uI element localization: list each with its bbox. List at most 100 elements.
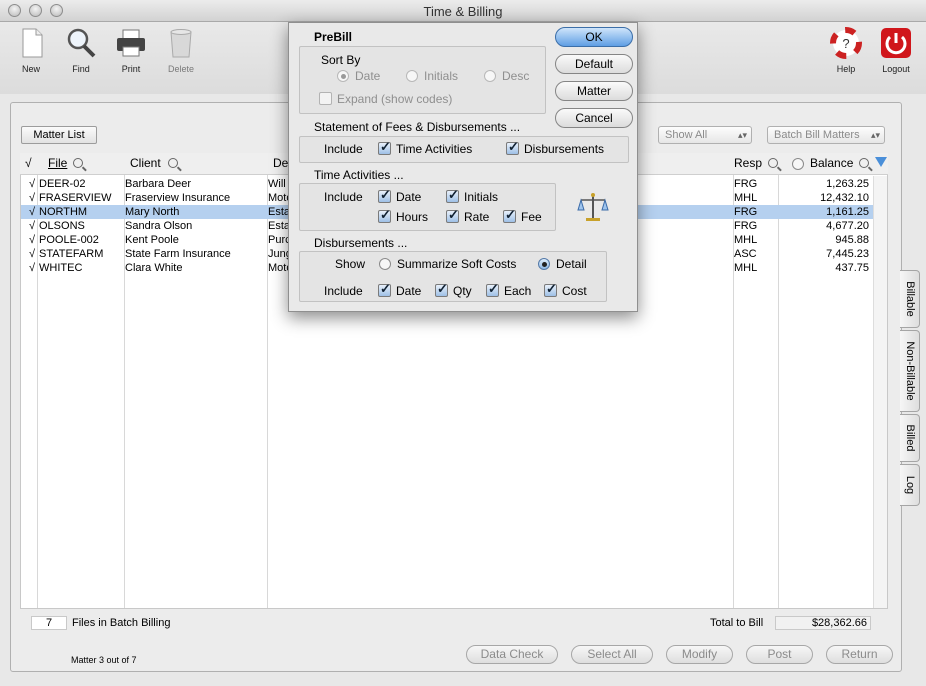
logout-label: Logout: [882, 64, 910, 74]
batch-bill-popup[interactable]: Batch Bill Matters ▴▾: [767, 126, 885, 144]
matter-button[interactable]: Matter: [555, 81, 633, 101]
delete-label: Delete: [167, 64, 194, 74]
cell-file: WHITEC: [39, 262, 83, 274]
time-activities-section-label: Time Activities ...: [314, 168, 404, 182]
vertical-scrollbar[interactable]: [873, 176, 887, 608]
ta-hours-checkbox[interactable]: Hours: [378, 207, 429, 224]
radio-icon: [337, 70, 349, 82]
checkbox-icon: [378, 207, 391, 223]
cell-client: Barbara Deer: [125, 178, 192, 190]
balance-radio[interactable]: [792, 158, 804, 170]
new-button[interactable]: New: [9, 26, 53, 74]
batch-bill-value: Batch Bill Matters: [774, 129, 860, 141]
checkbox-icon: [378, 139, 391, 155]
checkbox-icon: [503, 207, 516, 223]
ta-hours-label: Hours: [396, 210, 429, 224]
matter-list-tab[interactable]: Matter List: [21, 126, 97, 144]
summarize-label: Summarize Soft Costs: [397, 257, 517, 271]
sort-initials-radio[interactable]: Initials: [406, 69, 458, 83]
select-all-button[interactable]: Select All: [571, 645, 653, 664]
summarize-soft-costs-radio[interactable]: Summarize Soft Costs: [379, 257, 516, 271]
detail-radio[interactable]: Detail: [538, 257, 587, 271]
tab-billed[interactable]: Billed: [900, 414, 920, 462]
cell-file: DEER-02: [39, 178, 86, 190]
default-button[interactable]: Default: [555, 54, 633, 74]
disb-include-label: Include: [324, 284, 363, 298]
new-document-icon: [22, 28, 43, 58]
title-bar: Time & Billing: [0, 0, 926, 22]
delete-button[interactable]: Delete: [159, 26, 203, 74]
disb-qty-label: Qty: [453, 284, 472, 298]
cell-file: NORTHM: [39, 206, 88, 218]
ta-initials-checkbox[interactable]: Initials: [446, 187, 498, 204]
detail-label: Detail: [556, 257, 587, 271]
client-column-header[interactable]: Client: [130, 156, 161, 170]
ta-rate-checkbox[interactable]: Rate: [446, 207, 489, 224]
cancel-button[interactable]: Cancel: [555, 108, 633, 128]
post-button[interactable]: Post: [746, 645, 813, 664]
tab-billable[interactable]: Billable: [900, 270, 920, 328]
return-button[interactable]: Return: [826, 645, 893, 664]
disb-cost-checkbox[interactable]: Cost: [544, 281, 587, 298]
disb-cost-label: Cost: [562, 284, 587, 298]
radio-icon: [484, 70, 496, 82]
cell-check: √: [29, 248, 36, 260]
disb-qty-checkbox[interactable]: Qty: [435, 281, 472, 298]
find-label: Find: [72, 64, 90, 74]
modify-button[interactable]: Modify: [666, 645, 733, 664]
disbursements-label: Disbursements: [524, 142, 605, 156]
sort-date-label: Date: [355, 69, 381, 83]
ta-date-checkbox[interactable]: Date: [378, 187, 421, 204]
help-button[interactable]: ? Help: [824, 26, 868, 74]
cell-check: √: [29, 206, 36, 218]
search-client-icon[interactable]: [168, 158, 178, 168]
file-column-header[interactable]: File: [48, 156, 67, 170]
cell-client: State Farm Insurance: [125, 248, 231, 260]
tab-billable-label: Billable: [903, 281, 916, 317]
disbursements-section-label: Disbursements ...: [314, 236, 408, 250]
disbursements-checkbox[interactable]: Disbursements: [506, 139, 605, 156]
cell-client: Kent Poole: [125, 234, 179, 246]
sort-desc-radio[interactable]: Desc: [484, 69, 529, 83]
help-lifebuoy-icon: ?: [830, 27, 862, 59]
disb-date-checkbox[interactable]: Date: [378, 281, 421, 298]
cell-client: Mary North: [125, 206, 180, 218]
check-column-header[interactable]: √: [25, 156, 32, 170]
radio-icon: [538, 258, 550, 270]
checkbox-icon: [486, 281, 499, 297]
search-balance-icon[interactable]: [859, 158, 869, 168]
disb-each-label: Each: [504, 284, 532, 298]
ta-fee-checkbox[interactable]: Fee: [503, 207, 542, 224]
cell-file: OLSONS: [39, 220, 85, 232]
time-activities-checkbox[interactable]: Time Activities: [378, 139, 472, 156]
cell-balance: 7,445.23: [826, 248, 869, 260]
logout-button[interactable]: Logout: [874, 26, 918, 74]
search-resp-icon[interactable]: [768, 158, 778, 168]
dialog-title: PreBill: [314, 30, 353, 44]
file-header-label: File: [48, 156, 68, 170]
print-button[interactable]: Print: [109, 26, 153, 74]
power-icon: [881, 28, 911, 58]
tab-log[interactable]: Log: [900, 464, 920, 506]
magnifier-icon: [67, 28, 96, 58]
resp-column-header[interactable]: Resp: [734, 156, 762, 170]
find-button[interactable]: Find: [59, 26, 103, 74]
print-label: Print: [121, 64, 141, 74]
balance-column-header[interactable]: Balance: [810, 156, 853, 170]
show-filter-popup[interactable]: Show All ▴▾: [658, 126, 752, 144]
tab-non-billable[interactable]: Non-Billable: [900, 330, 920, 412]
ok-button[interactable]: OK: [555, 27, 633, 47]
disb-show-label: Show: [335, 257, 366, 271]
printer-icon: [117, 29, 145, 57]
checkbox-icon: [446, 207, 459, 223]
data-check-button[interactable]: Data Check: [466, 645, 558, 664]
statement-include-label: Include: [324, 142, 363, 156]
sort-descending-icon[interactable]: [875, 157, 887, 168]
search-file-icon[interactable]: [73, 158, 83, 168]
description-column-header[interactable]: De: [273, 156, 288, 170]
sort-date-radio[interactable]: Date: [337, 69, 380, 83]
tab-billed-label: Billed: [903, 424, 916, 452]
cell-client: Clara White: [125, 262, 183, 274]
disb-each-checkbox[interactable]: Each: [486, 281, 532, 298]
expand-codes-checkbox[interactable]: Expand (show codes): [319, 92, 452, 106]
